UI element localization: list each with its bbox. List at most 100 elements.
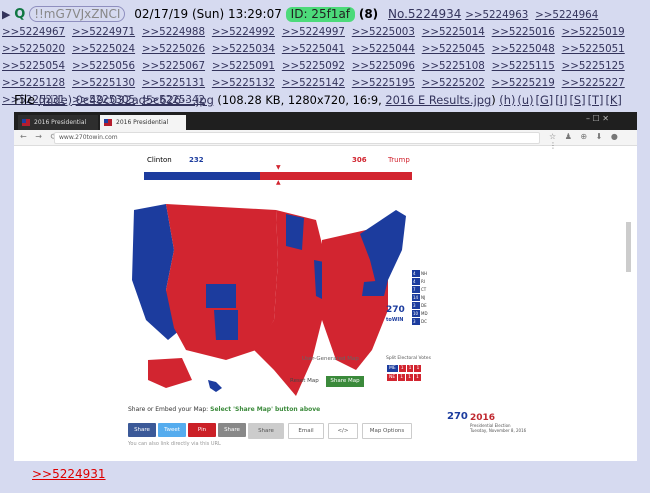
small-state-box[interactable]: 7 CT xyxy=(412,286,426,293)
share-map-button[interactable]: Share Map xyxy=(326,376,364,387)
share-button[interactable]: Share xyxy=(248,423,284,439)
share-button[interactable]: </> xyxy=(328,423,358,439)
reply-link[interactable]: >>5225048 xyxy=(492,43,555,55)
reply-link[interactable]: >>5225132 xyxy=(212,77,275,89)
share-button[interactable]: Share xyxy=(218,423,246,437)
reply-link[interactable]: >>5225067 xyxy=(142,60,205,72)
browser-tab-strip: 2016 Presidential Electio 2016 President… xyxy=(14,112,637,141)
reply-link[interactable]: >>5225051 xyxy=(562,43,625,55)
reply-link[interactable]: >>5225131 xyxy=(142,77,205,89)
post-number-link[interactable]: No.5224934 xyxy=(388,7,461,21)
reply-link[interactable]: >>5225024 xyxy=(72,43,135,55)
file-tool-link[interactable]: [S] xyxy=(569,93,585,107)
split-row: NE 1 1 1 xyxy=(387,374,422,381)
split-cell[interactable]: 1 xyxy=(413,374,421,381)
share-button[interactable]: Map Options xyxy=(362,423,412,439)
reply-link[interactable]: >>5225125 xyxy=(562,60,625,72)
reply-link[interactable]: >>5225096 xyxy=(352,60,415,72)
reply-link[interactable]: >>5224997 xyxy=(282,26,345,38)
reply-link[interactable]: >>5225202 xyxy=(422,77,485,89)
file-tool-link[interactable]: [T] xyxy=(588,93,604,107)
reply-link[interactable]: >>5225014 xyxy=(422,26,485,38)
split-cell[interactable]: ME xyxy=(387,365,398,372)
reply-link[interactable]: >>5225026 xyxy=(142,43,205,55)
share-button[interactable]: Email xyxy=(288,423,324,439)
map-region-hawaii-blue xyxy=(208,380,222,392)
reply-link[interactable]: >>5225142 xyxy=(282,77,345,89)
extension-icons[interactable]: ☆ ♟ ⊕ ⬇ ● ⋮ xyxy=(549,132,637,150)
270-marker-bottom-icon: ▲ xyxy=(276,179,281,186)
split-cell[interactable]: NE xyxy=(387,374,398,381)
reply-link[interactable]: >>5225056 xyxy=(72,60,135,72)
reply-link[interactable]: >>5225003 xyxy=(352,26,415,38)
attached-image[interactable]: 2016 Presidential Electio 2016 President… xyxy=(14,112,637,461)
map-region-alaska-red xyxy=(148,358,192,388)
small-states-legend: 4 NH 4 RI 7 CT 14 NJ 3 DE 10 MD 3 DC xyxy=(412,270,428,326)
share-button[interactable]: Share xyxy=(128,423,156,437)
reply-link[interactable]: >>5225130 xyxy=(72,77,135,89)
small-state-box[interactable]: 3 DC xyxy=(412,318,427,325)
small-state-box[interactable]: 14 NJ xyxy=(412,294,425,301)
us-electoral-map[interactable] xyxy=(126,200,406,400)
hide-file-link[interactable]: (hide) xyxy=(39,93,73,107)
window-controls[interactable]: – ☐ ✕ xyxy=(586,114,609,123)
reply-link[interactable]: >>5225115 xyxy=(492,60,555,72)
small-state-box[interactable]: 10 MD xyxy=(412,310,428,317)
file-name-link[interactable]: 0c49c032ad5c626⋯.jpg xyxy=(76,93,214,107)
reply-link[interactable]: >>5225054 xyxy=(2,60,65,72)
split-cell[interactable]: 1 xyxy=(398,374,406,381)
reply-link[interactable]: >>5225219 xyxy=(492,77,555,89)
small-state-box[interactable]: 4 NH xyxy=(412,270,427,277)
270-marker-top-icon: ▼ xyxy=(276,164,281,171)
file-meta: (108.28 KB, 1280x720, 16:9, xyxy=(217,93,382,107)
small-state-label: DC xyxy=(421,319,427,324)
share-tip: You can also link directly via this URL xyxy=(128,441,221,447)
reply-link[interactable]: >>5225092 xyxy=(282,60,345,72)
split-row: ME 1 1 1 xyxy=(387,365,422,372)
reply-link[interactable]: >>5225034 xyxy=(212,43,275,55)
file-tool-link[interactable]: (u) xyxy=(517,93,533,107)
share-button[interactable]: Pin xyxy=(188,423,216,437)
split-cell[interactable]: 1 xyxy=(398,365,406,372)
reply-link[interactable]: >>5225020 xyxy=(2,43,65,55)
address-bar[interactable]: www.270towin.com xyxy=(54,132,540,144)
reply-link[interactable]: >>5225041 xyxy=(282,43,345,55)
reply-link[interactable]: >>5225195 xyxy=(352,77,415,89)
reply-link[interactable]: >>5225044 xyxy=(352,43,415,55)
reply-link[interactable]: >>5224963 xyxy=(465,9,528,21)
split-cell[interactable]: 1 xyxy=(406,374,413,381)
small-state-box[interactable]: 4 RI xyxy=(412,278,425,285)
file-original-name[interactable]: 2016 E Results.jpg xyxy=(385,93,491,107)
file-tool-link[interactable]: [G] xyxy=(536,93,554,107)
small-state-box[interactable]: 3 DE xyxy=(412,302,427,309)
split-cell[interactable]: 1 xyxy=(406,365,414,372)
share-button[interactable]: Tweet xyxy=(158,423,186,437)
small-state-label: DE xyxy=(421,303,427,308)
browser-tab-active[interactable]: 2016 Presidential Electio xyxy=(100,115,186,141)
file-tool-link[interactable]: (h) xyxy=(499,93,515,107)
file-tool-link[interactable]: [I] xyxy=(555,93,567,107)
reply-link[interactable]: >>5225091 xyxy=(212,60,275,72)
poster-id-badge[interactable]: ID: 25f1af xyxy=(285,7,356,22)
reply-link[interactable]: >>5225227 xyxy=(562,77,625,89)
collapse-arrow-icon[interactable]: ▶ xyxy=(2,8,10,21)
reply-link[interactable]: >>5225019 xyxy=(562,26,625,38)
flag-icon xyxy=(104,119,112,126)
file-tool-link[interactable]: [K] xyxy=(605,93,621,107)
browser-tab[interactable]: 2016 Presidential Electio xyxy=(18,115,98,141)
reply-link[interactable]: >>5224964 xyxy=(535,9,598,21)
reply-link[interactable]: >>5225045 xyxy=(422,43,485,55)
ad-date: Tuesday, November 8, 2016 xyxy=(470,428,527,433)
backlink[interactable]: >>5224931 xyxy=(32,467,106,481)
split-cell[interactable]: 1 xyxy=(414,365,422,372)
reply-link[interactable]: >>5225016 xyxy=(492,26,555,38)
reply-link[interactable]: >>5225128 xyxy=(2,77,65,89)
reply-link[interactable]: >>5224988 xyxy=(142,26,205,38)
reply-link[interactable]: >>5224992 xyxy=(212,26,275,38)
reply-link[interactable]: >>5224971 xyxy=(72,26,135,38)
small-state-label: MD xyxy=(421,311,428,316)
scrollbar[interactable] xyxy=(626,222,631,272)
reply-link[interactable]: >>5225108 xyxy=(422,60,485,72)
reset-map-button[interactable]: Reset Map xyxy=(290,378,319,384)
reply-link[interactable]: >>5224967 xyxy=(2,26,65,38)
